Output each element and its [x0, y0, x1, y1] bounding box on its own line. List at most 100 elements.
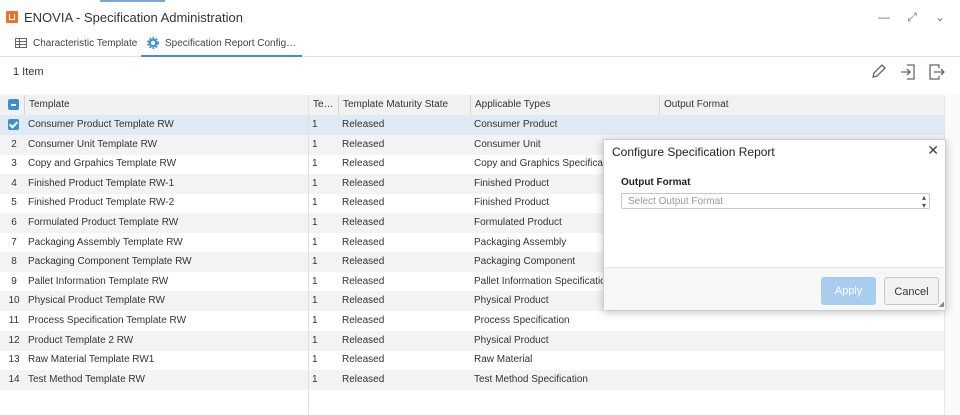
- select-all-checkbox[interactable]: [8, 99, 19, 110]
- tab-characteristic-template[interactable]: Characteristic Template: [15, 34, 137, 55]
- row-number: 11: [8, 315, 20, 326]
- row-checkbox[interactable]: [8, 119, 19, 130]
- cell-output-format: [659, 350, 944, 370]
- resize-handle-icon[interactable]: ◢: [939, 300, 944, 308]
- cell-applicable-type: Physical Product: [474, 334, 549, 346]
- table-row[interactable]: 12 Product Template 2 RW 1 Released Physical…: [0, 330, 944, 351]
- chevron-down-icon[interactable]: ⌄: [932, 10, 948, 24]
- cell-revision: 1: [312, 119, 318, 130]
- apply-button[interactable]: Apply: [821, 277, 876, 305]
- cell-revision: 1: [312, 275, 318, 287]
- cell-revision: 1: [312, 236, 318, 248]
- cell-revision: 1: [312, 197, 318, 209]
- cell-maturity-state: Released: [342, 119, 385, 130]
- row-number: 2: [11, 138, 17, 150]
- configure-report-dialog: Configure Specification Report ✕ Output …: [603, 139, 946, 310]
- cell-output-format: [659, 311, 944, 331]
- cell-template: Consumer Unit Template RW: [28, 138, 158, 150]
- select-arrows-icon: ▴ ▾: [921, 193, 926, 210]
- item-count: 1 Item: [13, 66, 44, 78]
- table-row[interactable]: 11 Process Specification Template RW 1 Rele…: [0, 311, 944, 331]
- cell-template: Finished Product Template RW-1: [28, 177, 175, 189]
- row-number: 5: [11, 197, 17, 209]
- table-row[interactable]: Consumer Product Template RW 1 Released Con…: [0, 115, 944, 135]
- row-number: 9: [11, 275, 17, 287]
- tab-bar: Characteristic Template Specification Re…: [0, 34, 960, 57]
- grid-header: Template Te… Template Maturity State App…: [0, 95, 944, 116]
- cancel-button[interactable]: Cancel: [884, 277, 939, 305]
- cell-template: Copy and Grpahics Template RW: [28, 158, 177, 170]
- cell-maturity-state: Released: [342, 217, 385, 228]
- output-format-select[interactable]: Select Output Format ▴ ▾: [621, 193, 930, 210]
- cell-revision: 1: [312, 315, 318, 326]
- row-number: 10: [8, 295, 20, 307]
- cell-applicable-type: Test Method Specification: [474, 373, 588, 385]
- cell-maturity-state: Released: [342, 275, 385, 287]
- select-placeholder: Select Output Format: [628, 196, 724, 207]
- row-number: 4: [11, 177, 17, 189]
- cell-maturity-state: Released: [342, 334, 385, 346]
- cell-maturity-state: Released: [342, 177, 385, 189]
- cell-revision: 1: [312, 373, 318, 385]
- cell-maturity-state: Released: [342, 315, 385, 326]
- column-header-template[interactable]: Template: [24, 95, 308, 115]
- select-all-cell[interactable]: [0, 95, 24, 115]
- row-checkbox-cell[interactable]: [0, 115, 24, 135]
- cell-maturity-state: Released: [342, 373, 385, 385]
- table-row[interactable]: 14 Test Method Template RW 1 Released Test M…: [0, 369, 944, 390]
- column-divider: [308, 95, 309, 415]
- cell-output-format: [659, 370, 944, 390]
- cell-maturity-state: Released: [342, 236, 385, 248]
- column-header-maturity-state[interactable]: Template Maturity State: [338, 95, 470, 115]
- output-format-label: Output Format: [621, 177, 691, 188]
- import-icon[interactable]: [898, 62, 918, 82]
- row-number: 14: [8, 373, 20, 385]
- minimize-icon[interactable]: —: [876, 10, 892, 24]
- column-header-revision[interactable]: Te…: [308, 95, 338, 115]
- cell-output-format: [659, 331, 944, 351]
- cell-maturity-state: Released: [342, 295, 385, 307]
- cell-revision: 1: [312, 334, 318, 346]
- row-number: 3: [11, 158, 17, 170]
- cell-template: Finished Product Template RW-2: [28, 197, 175, 209]
- cell-template: Packaging Component Template RW: [28, 256, 192, 268]
- row-number: 8: [11, 256, 17, 268]
- cell-revision: 1: [312, 256, 318, 268]
- cell-maturity-state: Released: [342, 256, 385, 268]
- cell-template: Consumer Product Template RW: [28, 119, 174, 130]
- tab-specification-report-config[interactable]: Specification Report Config…: [141, 34, 303, 57]
- cell-revision: 1: [312, 138, 318, 150]
- cell-revision: 1: [312, 158, 318, 170]
- app-title: ENOVIA - Specification Administration: [24, 10, 243, 25]
- tab-label: Characteristic Template: [33, 38, 138, 49]
- cell-template: Pallet Information Template RW: [28, 275, 169, 287]
- close-icon[interactable]: ✕: [927, 142, 939, 159]
- cell-maturity-state: Released: [342, 354, 385, 366]
- gear-icon: [147, 37, 159, 50]
- export-icon[interactable]: [926, 62, 946, 82]
- top-accent-line: [100, 0, 165, 2]
- edit-icon[interactable]: [869, 62, 889, 82]
- table-row[interactable]: 13 Raw Material Template RW1 1 Released Raw …: [0, 350, 944, 370]
- cell-applicable-type: Consumer Product: [474, 119, 558, 130]
- expand-icon[interactable]: ⤢: [904, 10, 920, 24]
- cell-applicable-type: Process Specification: [474, 315, 570, 326]
- cell-template: Packaging Assembly Template RW: [28, 236, 183, 248]
- cell-output-format: [659, 115, 944, 135]
- cell-maturity-state: Released: [342, 197, 385, 209]
- row-number: 7: [11, 236, 17, 248]
- row-number: 12: [8, 334, 20, 346]
- row-number: 6: [11, 217, 17, 228]
- tab-label: Specification Report Config…: [165, 38, 297, 49]
- cell-template: Test Method Template RW: [28, 373, 145, 385]
- cell-template: Product Template 2 RW: [28, 334, 134, 346]
- row-number: 13: [8, 354, 20, 366]
- cell-maturity-state: Released: [342, 158, 385, 170]
- table-icon: [15, 38, 27, 49]
- cell-revision: 1: [312, 177, 318, 189]
- column-header-output-format[interactable]: Output Format: [659, 95, 944, 115]
- column-header-applicable-types[interactable]: Applicable Types: [470, 95, 659, 115]
- vertical-scrollbar[interactable]: [944, 95, 960, 415]
- dialog-footer: Apply Cancel: [604, 267, 945, 310]
- cell-revision: 1: [312, 295, 318, 307]
